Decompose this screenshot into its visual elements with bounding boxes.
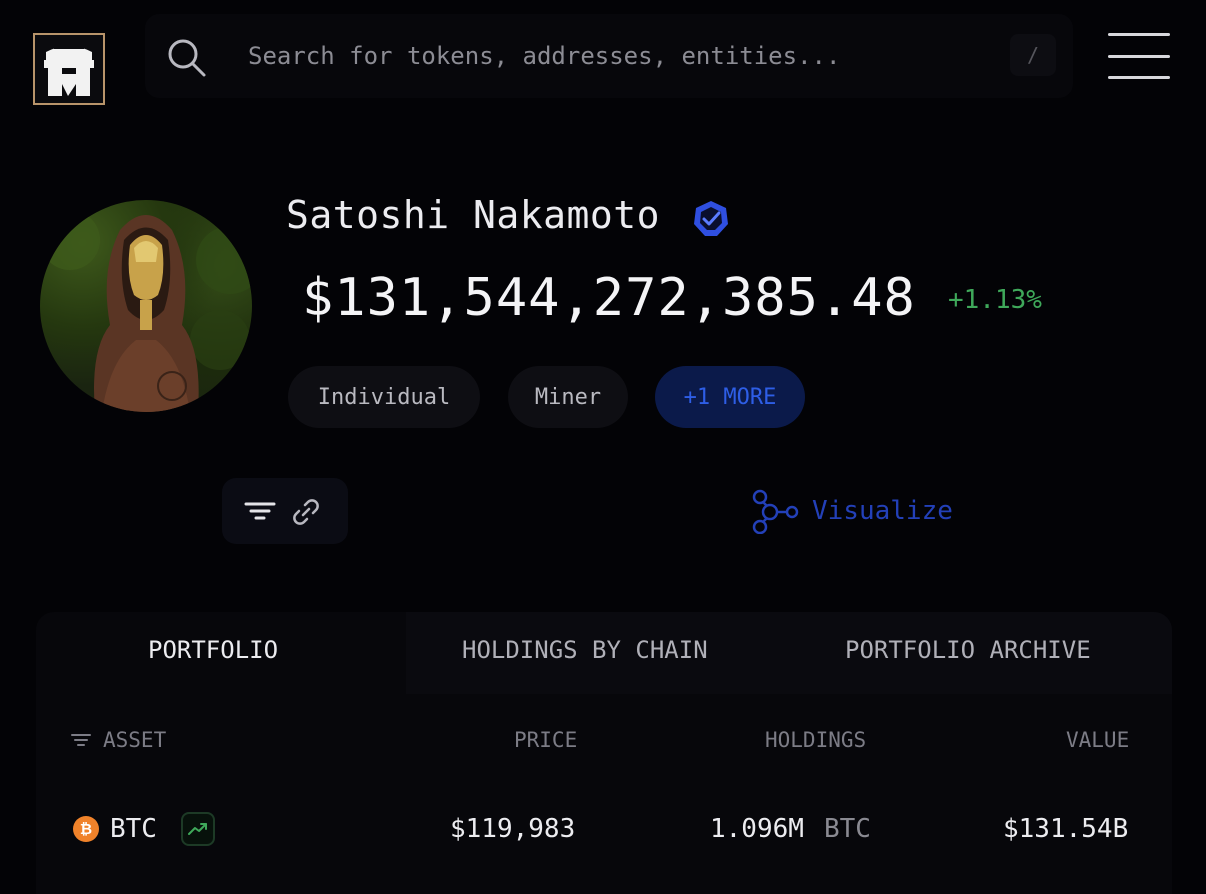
entity-name: Satoshi Nakamoto — [286, 193, 661, 237]
sort-icon[interactable] — [70, 730, 92, 750]
search-input[interactable] — [248, 36, 988, 76]
tab-holdings-by-chain[interactable]: HOLDINGS BY CHAIN — [462, 636, 708, 664]
entity-avatar — [40, 200, 252, 412]
link-icon[interactable] — [290, 496, 322, 528]
tab-portfolio[interactable]: PORTFOLIO — [148, 636, 278, 664]
total-balance: $131,544,272,385.48 — [302, 268, 916, 328]
menu-line-icon — [1108, 33, 1170, 36]
visualize-button[interactable]: Visualize — [812, 496, 953, 526]
trend-up-icon — [188, 823, 207, 835]
avatar-image — [40, 210, 252, 412]
filter-icon[interactable] — [243, 496, 277, 526]
column-header-value[interactable]: VALUE — [1066, 728, 1129, 752]
tool-pill — [222, 478, 348, 544]
tag-individual[interactable]: Individual — [288, 366, 480, 428]
column-header-price[interactable]: PRICE — [514, 728, 577, 752]
visualize-graph-icon[interactable] — [750, 488, 800, 534]
asset-holdings: 1.096M — [710, 814, 804, 844]
balance-change: +1.13% — [948, 285, 1042, 315]
tag-miner[interactable]: Miner — [508, 366, 628, 428]
btc-coin-icon: ₿ — [73, 816, 99, 842]
asset-holdings-unit: BTC — [824, 814, 871, 844]
search-icon — [168, 39, 206, 77]
column-header-holdings[interactable]: HOLDINGS — [765, 728, 866, 752]
search-shortcut-hint: / — [1010, 34, 1056, 76]
asset-price: $119,983 — [450, 814, 576, 844]
asset-name[interactable]: BTC — [110, 814, 157, 844]
hamburger-menu-button[interactable] — [1108, 33, 1170, 79]
trend-chart-button[interactable] — [181, 812, 215, 846]
menu-line-icon — [1108, 76, 1170, 79]
column-header-asset[interactable]: ASSET — [103, 728, 166, 752]
logo-icon — [44, 46, 94, 96]
tab-portfolio-archive[interactable]: PORTFOLIO ARCHIVE — [845, 636, 1091, 664]
tag-more-button[interactable]: +1 MORE — [655, 366, 805, 428]
verified-badge-icon — [694, 201, 728, 236]
menu-line-icon — [1108, 54, 1170, 58]
logo[interactable] — [33, 33, 105, 105]
asset-value: $131.54B — [1003, 814, 1129, 844]
